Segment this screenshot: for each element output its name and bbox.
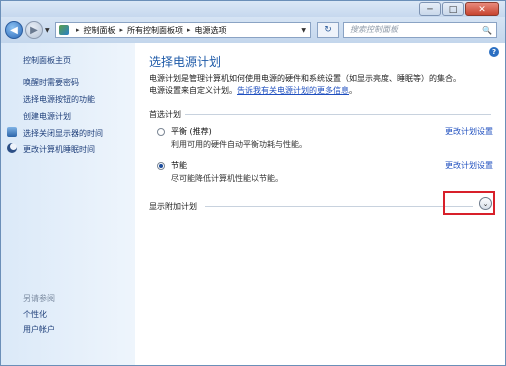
show-additional-plans-label[interactable]: 显示附加计划 (149, 201, 197, 212)
title-bar: ─ □ ✕ (1, 1, 505, 17)
page-title: 选择电源计划 (149, 55, 222, 69)
sidebar-item-display-off[interactable]: 选择关闭显示器的时间 (23, 128, 103, 139)
close-button[interactable]: ✕ (465, 2, 499, 16)
preferred-plans-heading: 首选计划 (149, 110, 181, 119)
change-plan-settings-power-saver-link[interactable]: 更改计划设置 (445, 160, 493, 171)
address-bar[interactable]: ▸ 控制面板 ▸ 所有控制面板项 ▸ 电源选项 ▼ (55, 22, 311, 38)
search-input[interactable]: 搜索控制面板 🔍 (343, 22, 497, 38)
breadcrumb-separator-icon[interactable]: ▸ (187, 26, 191, 34)
sidebar-item-sleep-time[interactable]: 更改计算机睡眠时间 (23, 144, 95, 155)
plan-name-balanced[interactable]: 平衡 (推荐) (171, 126, 212, 137)
breadcrumb-separator-icon[interactable]: ▸ (120, 26, 124, 34)
sidebar-item-personalization[interactable]: 个性化 (23, 309, 47, 320)
plan-radio-power-saver[interactable] (157, 162, 165, 170)
refresh-button[interactable]: ↻ (317, 22, 339, 38)
search-placeholder: 搜索控制面板 (350, 25, 398, 34)
recent-pages-dropdown-icon[interactable]: ▼ (45, 27, 50, 34)
plan-desc-balanced: 利用可用的硬件自动平衡功耗与性能。 (171, 140, 307, 149)
breadcrumb-all-items[interactable]: 所有控制面板项 (127, 25, 183, 36)
monitor-icon (7, 127, 17, 137)
moon-icon (7, 143, 17, 153)
breadcrumb-separator-icon[interactable]: ▸ (76, 26, 80, 34)
breadcrumb-control-panel[interactable]: 控制面板 (84, 25, 116, 36)
plan-name-power-saver[interactable]: 节能 (171, 160, 187, 171)
change-plan-settings-balanced-link[interactable]: 更改计划设置 (445, 126, 493, 137)
window-controls: ─ □ ✕ (419, 2, 499, 16)
sidebar-item-control-panel-home[interactable]: 控制面板主页 (23, 55, 71, 66)
back-button[interactable]: ◀ (5, 21, 23, 39)
learn-more-link[interactable]: 告诉我有关电源计划的更多信息 (237, 86, 349, 95)
expand-chevron-icon[interactable]: ⌄ (479, 197, 492, 210)
forward-button[interactable]: ▶ (25, 21, 43, 39)
sidebar-item-create-plan[interactable]: 创建电源计划 (23, 111, 71, 122)
section-divider (185, 114, 491, 115)
description-line-2: 电源设置来自定义计划。告诉我有关电源计划的更多信息。 (149, 85, 493, 97)
see-also-heading: 另请参阅 (23, 294, 55, 303)
navigation-bar: ◀ ▶ ▼ ▸ 控制面板 ▸ 所有控制面板项 ▸ 电源选项 ▼ ↻ 搜索控制面板… (1, 17, 505, 43)
minimize-button[interactable]: ─ (419, 2, 441, 16)
additional-plans-divider (205, 206, 473, 207)
plan-radio-balanced[interactable] (157, 128, 165, 136)
plan-desc-power-saver: 尽可能降低计算机性能以节能。 (171, 174, 283, 183)
breadcrumb-power-options[interactable]: 电源选项 (195, 25, 227, 36)
control-panel-icon (59, 25, 69, 35)
description-period: 。 (349, 86, 357, 95)
address-dropdown-icon[interactable]: ▼ (301, 27, 306, 34)
window: ─ □ ✕ ◀ ▶ ▼ ▸ 控制面板 ▸ 所有控制面板项 ▸ 电源选项 ▼ ↻ … (0, 0, 506, 366)
search-icon[interactable]: 🔍 (482, 24, 492, 38)
page-description: 电源计划是管理计算机如何使用电源的硬件和系统设置（如显示亮度、睡眠等）的集合。 … (149, 73, 493, 97)
help-icon[interactable]: ? (489, 47, 499, 57)
description-line-1: 电源计划是管理计算机如何使用电源的硬件和系统设置（如显示亮度、睡眠等）的集合。 (149, 74, 461, 83)
sidebar: 控制面板主页 唤醒时需要密码 选择电源按钮的功能 创建电源计划 选择关闭显示器的… (1, 43, 135, 365)
sidebar-item-wakeup-password[interactable]: 唤醒时需要密码 (23, 77, 79, 88)
maximize-button[interactable]: □ (442, 2, 464, 16)
sidebar-item-power-button[interactable]: 选择电源按钮的功能 (23, 94, 95, 105)
description-text: 电源设置来自定义计划。 (149, 86, 237, 95)
sidebar-item-user-accounts[interactable]: 用户帐户 (23, 324, 55, 335)
